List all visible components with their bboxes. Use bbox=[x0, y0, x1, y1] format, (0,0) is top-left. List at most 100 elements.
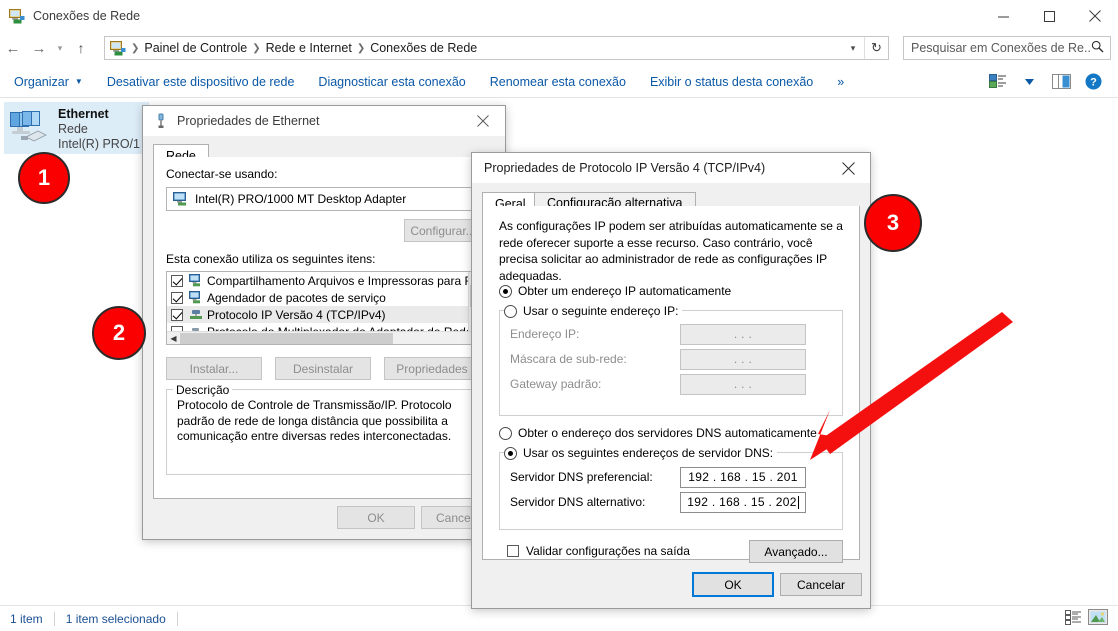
command-rename[interactable]: Renomear esta conexão bbox=[478, 69, 638, 95]
radio-ip-automatic[interactable]: Obter um endereço IP automaticamente bbox=[499, 284, 731, 298]
radio-button[interactable] bbox=[504, 446, 517, 460]
validate-settings-checkbox[interactable] bbox=[507, 545, 519, 557]
breadcrumb-separator: ❯ bbox=[252, 42, 261, 54]
search-box[interactable]: Pesquisar em Conexões de Re... bbox=[903, 36, 1111, 60]
breadcrumb-item-2[interactable]: Conexões de Rede bbox=[367, 41, 480, 55]
radio-button[interactable] bbox=[499, 284, 512, 298]
callout-3: 3 bbox=[864, 194, 922, 252]
chevron-down-icon: ▼ bbox=[74, 77, 83, 86]
command-bar: Organizar ▼ Desativar este dispositivo d… bbox=[0, 66, 1118, 98]
recent-locations-button[interactable]: ▾ bbox=[52, 33, 68, 63]
command-organizar[interactable]: Organizar ▼ bbox=[0, 69, 95, 95]
command-diagnose[interactable]: Diagnosticar esta conexão bbox=[306, 69, 477, 95]
scroll-left-icon[interactable]: ◀ bbox=[167, 332, 180, 345]
command-overflow[interactable]: » bbox=[825, 69, 856, 95]
dialog-title: Propriedades de Protocolo IP Versão 4 (T… bbox=[484, 161, 766, 175]
command-disable-device[interactable]: Desativar este dispositivo de rede bbox=[95, 69, 307, 95]
text-caret bbox=[797, 495, 799, 509]
ipv4-ok-button[interactable]: OK bbox=[692, 572, 774, 597]
maximize-button[interactable] bbox=[1026, 0, 1072, 32]
advanced-button[interactable]: Avançado... bbox=[749, 540, 843, 563]
screen: Conexões de Rede ← → ▾ ↑ ❯ Painel de Con… bbox=[0, 0, 1118, 631]
chevron-down-icon[interactable]: ▾ bbox=[842, 37, 864, 59]
breadcrumb-item-1[interactable]: Rede e Internet bbox=[263, 41, 355, 55]
callout-1: 1 bbox=[18, 152, 70, 204]
install-button[interactable]: Instalar... bbox=[166, 357, 262, 380]
details-view-icon[interactable] bbox=[1065, 609, 1082, 628]
window-titlebar: Conexões de Rede bbox=[0, 0, 1118, 32]
command-view-status[interactable]: Exibir o status desta conexão bbox=[638, 69, 825, 95]
network-connections-icon bbox=[110, 40, 126, 56]
svg-text:?: ? bbox=[1090, 77, 1097, 89]
minimize-button[interactable] bbox=[980, 0, 1026, 32]
ipv4-cancel-button[interactable]: Cancelar bbox=[780, 573, 862, 596]
items-list-label: Esta conexão utiliza os seguintes itens: bbox=[166, 252, 376, 266]
network-plug-icon bbox=[153, 113, 169, 129]
description-legend: Descrição bbox=[173, 383, 233, 397]
search-input[interactable]: Pesquisar em Conexões de Re... bbox=[911, 41, 1091, 55]
annotation-arrow bbox=[810, 312, 1013, 460]
command-label: Organizar bbox=[14, 74, 69, 89]
validate-settings-row[interactable]: Validar configurações na saída bbox=[507, 544, 690, 558]
network-items-list[interactable]: Compartilhamento Arquivos e Impressoras … bbox=[166, 271, 482, 345]
field-label: Endereço IP: bbox=[510, 327, 580, 341]
refresh-icon[interactable]: ↻ bbox=[864, 37, 888, 59]
preview-pane-icon[interactable] bbox=[1046, 69, 1076, 95]
callout-number: 3 bbox=[886, 210, 900, 235]
radio-dns-automatic[interactable]: Obter o endereço dos servidores DNS auto… bbox=[499, 426, 817, 440]
properties-button[interactable]: Propriedades bbox=[384, 357, 480, 380]
large-icons-view-icon[interactable] bbox=[1088, 609, 1108, 628]
status-view-buttons bbox=[1065, 609, 1118, 628]
back-button[interactable]: ← bbox=[0, 33, 26, 63]
list-item[interactable]: Protocolo IP Versão 4 (TCP/IPv4) bbox=[167, 306, 481, 323]
divider bbox=[53, 611, 55, 626]
connection-adapter: Intel(R) PRO/1 bbox=[58, 137, 140, 151]
radio-dns-manual[interactable]: Usar os seguintes endereços de servidor … bbox=[504, 446, 778, 460]
status-selection: 1 item selecionado bbox=[65, 611, 166, 626]
ethernet-tab-content: Conectar-se usando: Intel(R) PRO/1000 MT… bbox=[153, 157, 495, 499]
radio-label: Usar o seguinte endereço IP: bbox=[523, 304, 683, 318]
radio-button[interactable] bbox=[499, 426, 512, 440]
item-checkbox[interactable] bbox=[171, 308, 183, 321]
radio-ip-manual[interactable]: Usar o seguinte endereço IP: bbox=[504, 304, 683, 318]
alternate-dns-input[interactable]: 192 . 168 . 15 . 202 bbox=[680, 491, 806, 513]
scroll-thumb[interactable] bbox=[180, 332, 393, 344]
radio-button[interactable] bbox=[504, 304, 517, 318]
list-item[interactable]: Compartilhamento Arquivos e Impressoras … bbox=[167, 272, 481, 289]
network-card-icon bbox=[173, 192, 189, 206]
intro-text: As configurações IP podem ser atribuídas… bbox=[499, 219, 843, 283]
connection-item-ethernet[interactable]: Ethernet Rede Intel(R) PRO/1 bbox=[4, 102, 149, 154]
close-button[interactable] bbox=[1072, 0, 1118, 32]
item-checkbox[interactable] bbox=[171, 274, 183, 287]
up-button[interactable]: ↑ bbox=[68, 33, 94, 63]
ethernet-properties-dialog: Propriedades de Ethernet Rede Conectar-s… bbox=[142, 105, 506, 540]
forward-button[interactable]: → bbox=[26, 33, 52, 63]
connect-using-label: Conectar-se usando: bbox=[166, 167, 278, 181]
view-options-icon[interactable] bbox=[982, 69, 1012, 95]
close-icon[interactable] bbox=[826, 153, 870, 183]
breadcrumb-item-0[interactable]: Painel de Controle bbox=[141, 41, 250, 55]
window-title: Conexões de Rede bbox=[33, 9, 141, 23]
list-item[interactable]: Agendador de pacotes de serviço bbox=[167, 289, 481, 306]
help-icon[interactable]: ? bbox=[1078, 69, 1108, 95]
field-label: Gateway padrão: bbox=[510, 377, 602, 391]
chevron-down-icon[interactable] bbox=[1014, 69, 1044, 95]
connection-name: Ethernet bbox=[58, 107, 109, 121]
item-checkbox[interactable] bbox=[171, 291, 183, 304]
list-horizontal-scrollbar[interactable]: ◀ ▶ bbox=[167, 331, 481, 344]
field-row-alternate-dns: Servidor DNS alternativo: 192 . 168 . 15… bbox=[510, 491, 850, 513]
window-controls bbox=[980, 0, 1118, 32]
command-bar-right: ? bbox=[982, 69, 1118, 95]
network-service-icon bbox=[189, 274, 203, 287]
description-group: Descrição Protocolo de Controle de Trans… bbox=[166, 383, 482, 475]
address-bar[interactable]: ❯ Painel de Controle ❯ Rede e Internet ❯… bbox=[104, 36, 889, 60]
address-bar-actions: ▾ ↻ bbox=[842, 37, 888, 59]
search-icon[interactable] bbox=[1091, 40, 1104, 56]
ethernet-adapter-icon bbox=[8, 109, 52, 149]
ethernet-ok-button[interactable]: OK bbox=[337, 506, 415, 529]
dialog-title: Propriedades de Ethernet bbox=[177, 114, 320, 128]
dialog-titlebar: Propriedades de Protocolo IP Versão 4 (T… bbox=[472, 153, 870, 184]
dialog-titlebar: Propriedades de Ethernet bbox=[143, 106, 505, 137]
close-icon[interactable] bbox=[461, 106, 505, 136]
uninstall-button[interactable]: Desinstalar bbox=[275, 357, 371, 380]
